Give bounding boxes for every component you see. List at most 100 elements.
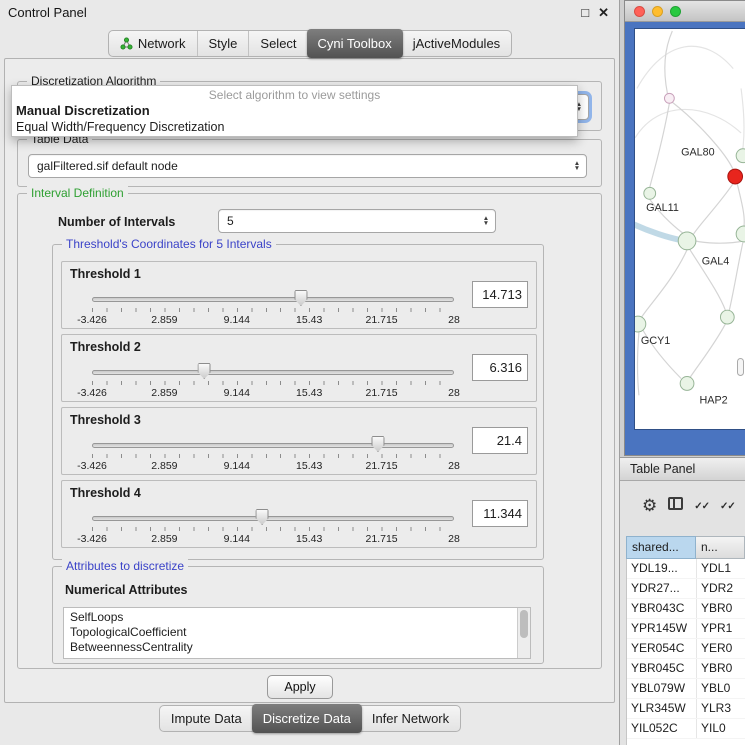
slider-scale-label: 2.859	[151, 533, 177, 545]
table-data-select[interactable]: galFiltered.sif default node ▲▼	[28, 154, 587, 178]
threshold-slider[interactable]: -3.4262.8599.14415.4321.71528	[92, 288, 454, 328]
network-node[interactable]	[644, 187, 656, 199]
threshold-label: Threshold 3	[70, 413, 141, 427]
slider-thumb[interactable]	[294, 290, 307, 306]
table-cell[interactable]: YDR27...	[627, 579, 697, 598]
slider-scale-label: 28	[448, 314, 460, 326]
network-node[interactable]	[736, 226, 745, 242]
table-cell[interactable]: YPR1	[697, 619, 745, 638]
table-row[interactable]: YBL079WYBL0	[627, 679, 745, 699]
slider-thumb[interactable]	[256, 509, 269, 525]
table-row[interactable]: YER054CYER0	[627, 639, 745, 659]
slider-scale-label: 15.43	[296, 533, 322, 545]
tab-infer-network[interactable]: Infer Network	[361, 706, 460, 731]
table-cell[interactable]: YLR3	[697, 699, 745, 718]
gear-icon[interactable]: ⚙	[642, 496, 657, 516]
table-cell[interactable]: YBR0	[697, 599, 745, 618]
table-cell[interactable]: YPR145W	[627, 619, 697, 638]
select-all-columns-icon[interactable]: ✓✓	[694, 501, 709, 512]
network-node[interactable]	[664, 93, 674, 103]
interval-definition-title: Interval Definition	[27, 186, 128, 200]
table-cell[interactable]: YIL052C	[627, 719, 697, 738]
table-cell[interactable]: YDL19...	[627, 559, 697, 578]
tab-network[interactable]: Network	[109, 31, 197, 56]
slider-thumb[interactable]	[198, 363, 211, 379]
table-cell[interactable]: YDR2	[697, 579, 745, 598]
tab-jactivemodules[interactable]: jActiveModules	[402, 31, 511, 56]
table-cell[interactable]: YBR0	[697, 659, 745, 678]
network-node[interactable]	[635, 316, 646, 332]
table-cell[interactable]: YER054C	[627, 639, 697, 658]
tab-select[interactable]: Select	[248, 31, 307, 56]
attribute-item[interactable]: TopologicalCoefficient	[64, 625, 530, 640]
table-row[interactable]: YLR345WYLR3	[627, 699, 745, 719]
threshold-slider[interactable]: -3.4262.8599.14415.4321.71528	[92, 434, 454, 474]
threshold-value-field[interactable]: 11.344	[472, 500, 528, 527]
network-node[interactable]	[680, 377, 694, 391]
network-window-titlebar[interactable]	[625, 1, 745, 22]
tab-discretize-data[interactable]: Discretize Data	[252, 704, 362, 733]
threshold-slider[interactable]: -3.4262.8599.14415.4321.71528	[92, 361, 454, 401]
minimize-window-icon[interactable]	[652, 6, 663, 17]
table-cell[interactable]: YER0	[697, 639, 745, 658]
tab-impute-data[interactable]: Impute Data	[160, 706, 253, 731]
threshold-value-field[interactable]: 6.316	[472, 354, 528, 381]
zoom-window-icon[interactable]	[670, 6, 681, 17]
node-label-gal80[interactable]: GAL80	[681, 147, 715, 159]
column-header-shared-name[interactable]: shared...	[626, 536, 696, 559]
numerical-attributes-heading: Numerical Attributes	[65, 583, 187, 597]
table-row[interactable]: YDL19...YDL1	[627, 559, 745, 579]
network-node[interactable]	[720, 310, 734, 324]
close-panel-icon[interactable]: ✕	[598, 0, 609, 26]
table-cell[interactable]: YIL0	[697, 719, 745, 738]
columns-icon[interactable]	[668, 497, 683, 515]
network-node[interactable]	[736, 149, 745, 163]
list-scrollbar[interactable]	[517, 608, 530, 658]
node-label-gal4[interactable]: GAL4	[702, 256, 730, 268]
slider-thumb[interactable]	[371, 436, 384, 452]
attributes-list[interactable]: SelfLoopsTopologicalCoefficientBetweenne…	[63, 607, 531, 659]
float-panel-icon[interactable]: □	[581, 0, 589, 26]
table-row[interactable]: YDR27...YDR2	[627, 579, 745, 599]
node-label-gcy1[interactable]: GCY1	[641, 335, 670, 347]
threshold-value-field[interactable]: 21.4	[472, 427, 528, 454]
apply-button[interactable]: Apply	[267, 675, 333, 699]
dropdown-option-manual-discretization[interactable]: Manual Discretization	[12, 102, 577, 119]
attribute-item[interactable]: BetweennessCentrality	[64, 640, 530, 655]
node-label-hap2[interactable]: HAP2	[699, 394, 727, 406]
slider-track[interactable]	[92, 297, 454, 302]
attribute-item[interactable]: SelfLoops	[64, 610, 530, 625]
table-row[interactable]: YBR045CYBR0	[627, 659, 745, 679]
canvas-scrollbar-thumb[interactable]	[737, 358, 744, 376]
table-cell[interactable]: YBR043C	[627, 599, 697, 618]
network-canvas[interactable]: GAL80 GAL11 GAL4 GCY1 HAP2	[634, 28, 745, 430]
number-of-intervals-select[interactable]: 5 ▲▼	[218, 209, 496, 233]
table-row[interactable]: YIL052CYIL0	[627, 719, 745, 739]
tab-cyni-toolbox[interactable]: Cyni Toolbox	[307, 29, 403, 58]
node-label-gal11[interactable]: GAL11	[646, 202, 679, 214]
tab-style[interactable]: Style	[197, 31, 249, 56]
threshold-slider[interactable]: -3.4262.8599.14415.4321.71528	[92, 507, 454, 547]
column-header-name[interactable]: n...	[696, 536, 745, 559]
close-window-icon[interactable]	[634, 6, 645, 17]
table-row[interactable]: YPR145WYPR1	[627, 619, 745, 639]
tab-label: jActiveModules	[413, 36, 500, 51]
slider-track[interactable]	[92, 370, 454, 375]
slider-track[interactable]	[92, 516, 454, 521]
network-node-selected-red[interactable]	[728, 169, 743, 184]
table-row[interactable]: YBR043CYBR0	[627, 599, 745, 619]
slider-track[interactable]	[92, 443, 454, 448]
combo-arrows-icon: ▲▼	[477, 216, 495, 226]
table-cell[interactable]: YLR345W	[627, 699, 697, 718]
network-window[interactable]: GAL80 GAL11 GAL4 GCY1 HAP2	[624, 0, 745, 456]
table-cell[interactable]: YBL0	[697, 679, 745, 698]
network-node[interactable]	[678, 232, 696, 250]
list-scrollbar-thumb[interactable]	[520, 610, 528, 638]
table-cell[interactable]: YDL1	[697, 559, 745, 578]
dropdown-option-equal-width-frequency[interactable]: Equal Width/Frequency Discretization	[12, 119, 577, 135]
table-cell[interactable]: YBL079W	[627, 679, 697, 698]
threshold-value-field[interactable]: 14.713	[472, 281, 528, 308]
select-columns-icon[interactable]: ✓✓	[720, 501, 735, 512]
number-of-intervals-label: Number of Intervals	[58, 215, 175, 229]
table-cell[interactable]: YBR045C	[627, 659, 697, 678]
